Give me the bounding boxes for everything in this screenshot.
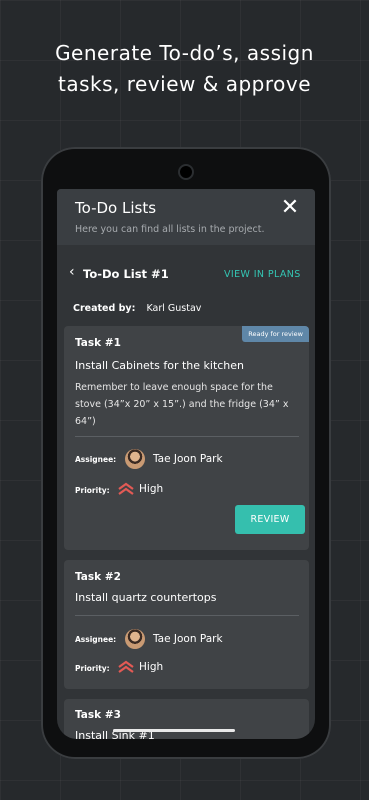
created-by-label: Created by: bbox=[73, 303, 136, 314]
task-number: Task #3 bbox=[75, 709, 121, 721]
task-number: Task #1 bbox=[75, 337, 121, 349]
priority-label: Priority: bbox=[75, 486, 110, 495]
task-title: Install quartz countertops bbox=[75, 591, 217, 604]
divider bbox=[75, 615, 299, 616]
front-camera bbox=[178, 164, 194, 180]
assignee-label: Assignee: bbox=[75, 635, 117, 644]
promo-line-2: tasks, review & approve bbox=[58, 72, 311, 96]
modal-subtitle: Here you can find all lists in the proje… bbox=[75, 224, 265, 235]
chevron-left-icon[interactable]: ‹ bbox=[69, 264, 75, 280]
promo-headline: Generate To-do’s, assign tasks, review &… bbox=[0, 38, 369, 100]
assignee-name: Tae Joon Park bbox=[153, 453, 223, 465]
status-badge: Ready for review bbox=[242, 326, 309, 342]
priority-high-icon bbox=[118, 482, 134, 495]
close-icon[interactable]: ✕ bbox=[279, 197, 301, 219]
assignee-name: Tae Joon Park bbox=[153, 633, 223, 645]
task-card-2[interactable]: Task #2 Install quartz countertops Assig… bbox=[64, 560, 309, 689]
modal-header: To-Do Lists Here you can find all lists … bbox=[57, 189, 315, 245]
view-in-plans-link[interactable]: VIEW IN PLANS bbox=[224, 269, 301, 280]
task-note: Remember to leave enough space for the s… bbox=[75, 382, 289, 427]
priority-high-icon bbox=[118, 660, 134, 673]
assignee-label: Assignee: bbox=[75, 455, 117, 464]
home-indicator[interactable] bbox=[113, 729, 235, 732]
todo-modal: To-Do Lists Here you can find all lists … bbox=[57, 189, 315, 739]
divider bbox=[75, 436, 299, 437]
avatar bbox=[125, 629, 145, 649]
task-title: Install Cabinets for the kitchen bbox=[75, 359, 245, 372]
task-number: Task #2 bbox=[75, 571, 121, 583]
promo-line-1: Generate To-do’s, assign bbox=[55, 41, 314, 65]
priority-value: High bbox=[139, 483, 164, 495]
priority-label: Priority: bbox=[75, 664, 110, 673]
avatar bbox=[125, 449, 145, 469]
created-by-name: Karl Gustav bbox=[146, 303, 202, 314]
task-card-3[interactable]: Task #3 Install Sink #1 bbox=[64, 699, 309, 739]
review-button[interactable]: REVIEW bbox=[235, 505, 305, 534]
list-title: To-Do List #1 bbox=[83, 267, 169, 281]
created-by: Created by: Karl Gustav bbox=[73, 303, 201, 314]
task-card-1[interactable]: Ready for review Task #1 Install Cabinet… bbox=[64, 326, 309, 550]
priority-value: High bbox=[139, 661, 164, 673]
modal-title: To-Do Lists bbox=[75, 199, 157, 217]
